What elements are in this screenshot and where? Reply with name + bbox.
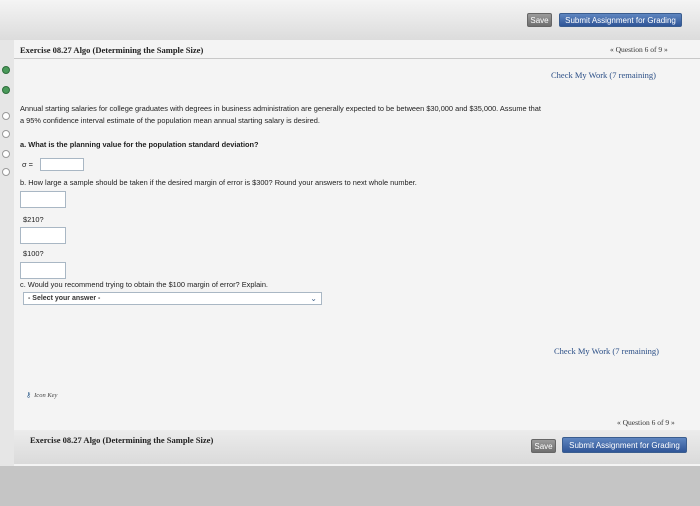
- question-intro-line2: a 95% confidence interval estimate of th…: [20, 116, 320, 125]
- sigma-input[interactable]: [40, 158, 84, 171]
- circle-icon[interactable]: [2, 168, 10, 176]
- question-navigator[interactable]: « Question 6 of 9 »: [610, 45, 668, 54]
- sample-size-100-input[interactable]: [20, 262, 66, 279]
- sample-size-300-input[interactable]: [20, 191, 66, 208]
- answer-select[interactable]: - Select your answer - ⌄: [23, 292, 322, 305]
- chevron-down-icon: ⌄: [310, 294, 317, 303]
- completed-icon[interactable]: [2, 66, 10, 74]
- part-c-prompt: c. Would you recommend trying to obtain …: [20, 280, 268, 289]
- icon-key[interactable]: ⚷ Icon Key: [26, 391, 58, 400]
- margin-label-210: $210?: [23, 215, 44, 224]
- top-toolbar: Save Submit Assignment for Grading: [0, 0, 700, 40]
- bottom-toolbar: « Question 6 of 9 » Exercise 08.27 Algo …: [14, 418, 700, 464]
- save-button-bottom[interactable]: Save: [531, 439, 556, 453]
- part-b-prompt: b. How large a sample should be taken if…: [20, 178, 417, 187]
- page-footer: [0, 466, 700, 506]
- question-panel: Exercise 08.27 Algo (Determining the Sam…: [14, 40, 700, 466]
- page-title: Exercise 08.27 Algo (Determining the Sam…: [20, 45, 204, 55]
- question-rail: [0, 40, 14, 506]
- check-my-work-link-bottom[interactable]: Check My Work (7 remaining): [554, 346, 659, 356]
- sigma-label: σ =: [22, 160, 33, 169]
- key-icon: ⚷: [26, 392, 32, 399]
- save-button-top[interactable]: Save: [527, 13, 552, 27]
- exercise-title-bottom: Exercise 08.27 Algo (Determining the Sam…: [30, 435, 214, 445]
- margin-label-100: $100?: [23, 249, 44, 258]
- answer-select-value: - Select your answer -: [28, 295, 101, 302]
- check-my-work-link[interactable]: Check My Work (7 remaining): [551, 70, 656, 80]
- submit-button-bottom[interactable]: Submit Assignment for Grading: [562, 437, 687, 453]
- circle-icon[interactable]: [2, 112, 10, 120]
- question-navigator-bottom[interactable]: « Question 6 of 9 »: [617, 418, 675, 427]
- circle-icon[interactable]: [2, 150, 10, 158]
- divider: [14, 58, 700, 59]
- part-a-prompt: a. What is the planning value for the po…: [20, 140, 259, 149]
- circle-icon[interactable]: [2, 130, 10, 138]
- question-intro-line1: Annual starting salaries for college gra…: [20, 104, 541, 113]
- sample-size-210-input[interactable]: [20, 227, 66, 244]
- submit-button-top[interactable]: Submit Assignment for Grading: [559, 13, 682, 27]
- completed-icon[interactable]: [2, 86, 10, 94]
- icon-key-label: Icon Key: [34, 391, 58, 399]
